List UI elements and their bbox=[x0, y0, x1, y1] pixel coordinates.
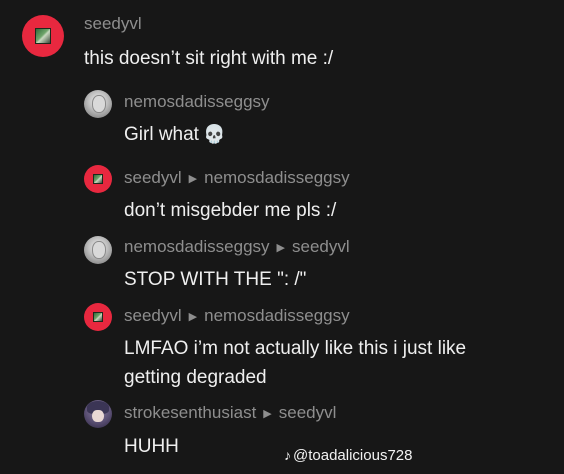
username[interactable]: nemosdadisseggsy bbox=[124, 237, 270, 256]
comment-meta: seedyvl ▶ nemosdadisseggsy bbox=[124, 168, 350, 189]
comment-meta: nemosdadisseggsy bbox=[124, 92, 270, 112]
username[interactable]: strokesenthusiast bbox=[124, 403, 256, 422]
avatar-seedyvl[interactable] bbox=[84, 165, 112, 193]
comment-text-line-1: LMFAO i’m not actually like this i just … bbox=[124, 338, 467, 359]
reply-to-username[interactable]: nemosdadisseggsy bbox=[204, 168, 350, 187]
character-face-icon bbox=[92, 409, 104, 423]
username[interactable]: seedyvl bbox=[124, 306, 182, 325]
comment-text: HUHH bbox=[124, 436, 179, 457]
comment-text-body: Girl what bbox=[124, 124, 199, 145]
character-face-icon bbox=[91, 241, 107, 260]
tiktok-note-icon: ♪ bbox=[284, 447, 291, 463]
reply-to-username[interactable]: seedyvl bbox=[292, 237, 350, 256]
comment-text: STOP WITH THE ": /" bbox=[124, 269, 307, 290]
comment-text: this doesn’t sit right with me :/ bbox=[84, 48, 334, 69]
username[interactable]: seedyvl bbox=[84, 14, 142, 33]
avatar-seedyvl[interactable] bbox=[22, 15, 64, 57]
reply-arrow-icon: ▶ bbox=[188, 173, 198, 185]
reply-to-username[interactable]: nemosdadisseggsy bbox=[204, 306, 350, 325]
comment-meta: strokesenthusiast ▶ seedyvl bbox=[124, 403, 336, 424]
avatar-strokesenthusiast[interactable] bbox=[84, 400, 112, 428]
avatar-nemosdadisseggsy[interactable] bbox=[84, 90, 112, 118]
tiktok-watermark: ♪ @toadalicious728 bbox=[284, 447, 412, 464]
reply-arrow-icon: ▶ bbox=[263, 408, 272, 420]
reply-arrow-icon: ▶ bbox=[276, 242, 285, 254]
comment-meta: seedyvl bbox=[84, 14, 142, 34]
username[interactable]: seedyvl bbox=[124, 168, 182, 187]
framed-picture-icon bbox=[92, 311, 104, 323]
avatar-seedyvl[interactable] bbox=[84, 303, 112, 331]
comment-meta: nemosdadisseggsy ▶ seedyvl bbox=[124, 237, 350, 258]
watermark-handle: @toadalicious728 bbox=[293, 447, 413, 464]
framed-picture-icon bbox=[92, 173, 104, 185]
username[interactable]: nemosdadisseggsy bbox=[124, 92, 270, 111]
comment-text: don’t misgebder me pls :/ bbox=[124, 200, 337, 221]
character-face-icon bbox=[91, 95, 107, 114]
skull-emoji-icon: 💀 bbox=[202, 124, 226, 144]
framed-picture-icon bbox=[35, 28, 51, 44]
reply-arrow-icon: ▶ bbox=[188, 311, 198, 323]
avatar-nemosdadisseggsy[interactable] bbox=[84, 236, 112, 264]
comment-meta: seedyvl ▶ nemosdadisseggsy bbox=[124, 306, 350, 327]
reply-to-username[interactable]: seedyvl bbox=[279, 403, 337, 422]
comment-text: Girl what 💀 bbox=[124, 120, 225, 149]
comment-text-line-2: getting degraded bbox=[124, 367, 267, 388]
